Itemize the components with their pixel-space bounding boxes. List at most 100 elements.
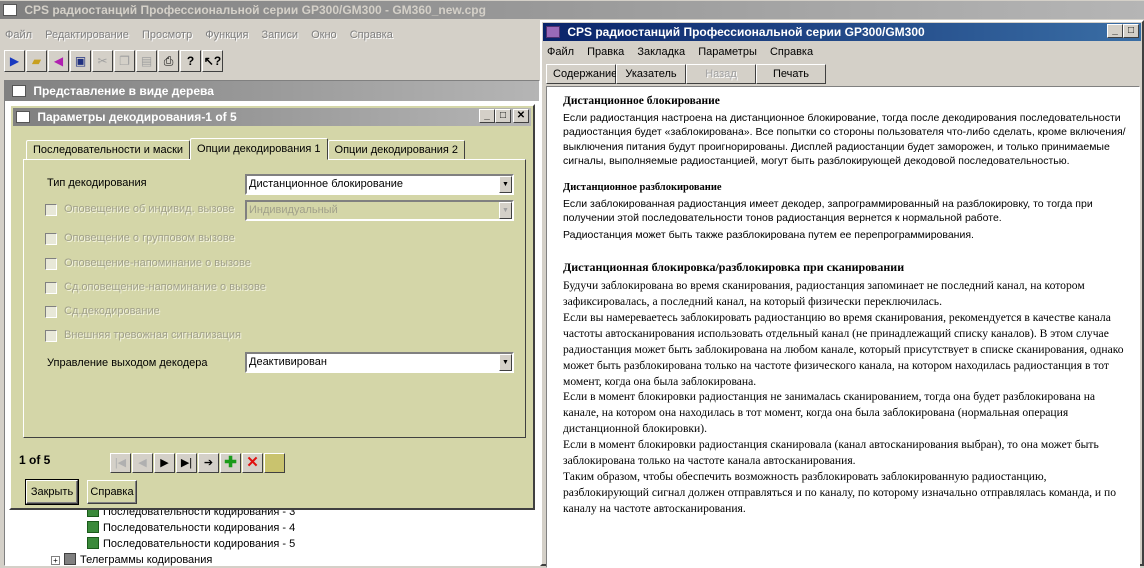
help-title-bar[interactable]: CPS радиостанций Профессиональной серии … bbox=[543, 23, 1141, 41]
remote-unblock-heading: Дистанционное разблокирование bbox=[563, 182, 722, 194]
chevron-down-icon[interactable]: ▼ bbox=[499, 354, 512, 371]
delayed-call-reminder-checkbox[interactable] bbox=[45, 282, 57, 294]
scan-paragraph-2: Если вы намереваетесь заблокировать ради… bbox=[563, 310, 1124, 388]
scan-heading: Дистанционная блокировка/разблокировка п… bbox=[563, 260, 905, 275]
maximize-icon[interactable]: □ bbox=[1123, 24, 1139, 38]
menu-help[interactable]: Справка bbox=[345, 26, 398, 44]
chevron-down-icon[interactable]: ▼ bbox=[499, 176, 512, 193]
dialog-tabs: Последовательности и маски Опции декодир… bbox=[26, 138, 466, 160]
dialog-title: Параметры декодирования-1 of 5 bbox=[37, 110, 237, 124]
scan-paragraph-3: Если в момент блокировки радиостанция не… bbox=[563, 390, 1096, 436]
minimize-icon[interactable]: _ bbox=[1107, 24, 1123, 38]
add-record-icon[interactable]: ✚ bbox=[220, 453, 241, 473]
back-button[interactable]: Назад bbox=[686, 64, 756, 84]
tree-view-title[interactable]: Представление в виде дерева bbox=[5, 81, 539, 101]
help-menu-options[interactable]: Параметры bbox=[693, 43, 762, 61]
prev-record-icon[interactable]: ◀ bbox=[132, 453, 153, 473]
main-title-bar[interactable]: CPS радиостанций Профессиональной серии … bbox=[0, 1, 1144, 19]
tree-item-encoding-seq-5[interactable]: Последовательности кодирования - 5 bbox=[87, 537, 295, 551]
scan-paragraph-4: Если в момент блокировки радиостанция ск… bbox=[563, 438, 1099, 468]
help-book-icon bbox=[546, 26, 560, 38]
menu-edit[interactable]: Редактирование bbox=[40, 26, 134, 44]
help-menu-file[interactable]: Файл bbox=[542, 43, 579, 61]
help-button-bar: Содержание Указатель Назад Печать bbox=[546, 64, 826, 84]
delete-record-icon[interactable]: ✕ bbox=[242, 453, 263, 473]
context-help-icon[interactable]: ↖? bbox=[202, 50, 223, 72]
external-alarm-checkbox[interactable] bbox=[45, 330, 57, 342]
tab-sequences-masks[interactable]: Последовательности и маски bbox=[26, 140, 191, 160]
call-type-select[interactable]: Индивидуальный ▼ bbox=[245, 200, 514, 221]
tree-item-label: Последовательности кодирования - 5 bbox=[103, 538, 296, 550]
delayed-decode-checkbox[interactable] bbox=[45, 306, 57, 318]
menu-file[interactable]: Файл bbox=[0, 26, 37, 44]
external-alarm-label: Внешняя тревожная сигнализация bbox=[64, 329, 241, 341]
tree-view-title-text: Представление в виде дерева bbox=[33, 84, 214, 98]
help-window-title: CPS радиостанций Профессиональной серии … bbox=[567, 25, 925, 39]
remote-block-heading: Дистанционное блокирование bbox=[563, 95, 720, 107]
remote-block-text: Если радиостанция настроена на дистанцио… bbox=[563, 112, 1126, 167]
tab-decode-options-2[interactable]: Опции декодирования 2 bbox=[327, 140, 466, 160]
menu-function[interactable]: Функция bbox=[200, 26, 253, 44]
record-counter: 1 of 5 bbox=[19, 453, 51, 467]
decode-type-select[interactable]: Дистанционное блокирование ▼ bbox=[245, 174, 514, 195]
decode-type-value: Дистанционное блокирование bbox=[249, 178, 404, 190]
print-icon[interactable]: ⎙ bbox=[158, 50, 179, 72]
first-record-icon[interactable]: |◀ bbox=[110, 453, 131, 473]
dialog-window-controls: _ □ ✕ bbox=[479, 109, 529, 123]
dialog-title-bar[interactable]: Параметры декодирования-1 of 5 _ □ ✕ bbox=[13, 108, 531, 126]
tab-decode-options-1[interactable]: Опции декодирования 1 bbox=[190, 138, 328, 160]
maximize-icon[interactable]: □ bbox=[495, 109, 511, 123]
delayed-call-reminder-label: Сд.оповещение-напоминание о вызове bbox=[64, 281, 266, 293]
folder-icon bbox=[64, 553, 76, 565]
sequence-icon bbox=[87, 521, 99, 533]
help-menu-edit[interactable]: Правка bbox=[582, 43, 629, 61]
help-window-controls: _ □ bbox=[1107, 24, 1139, 38]
paste-icon[interactable]: ▤ bbox=[136, 50, 157, 72]
tree-item-label: Последовательности кодирования - 4 bbox=[103, 522, 296, 534]
close-icon[interactable]: ✕ bbox=[513, 109, 529, 123]
delayed-decode-label: Сд.декодирование bbox=[64, 305, 160, 317]
decoder-output-value: Деактивирован bbox=[249, 356, 327, 368]
scan-paragraph-1: Будучи заблокирована во время сканирован… bbox=[563, 279, 1085, 308]
help-content: Дистанционное блокирование Если радиоста… bbox=[546, 86, 1140, 568]
last-record-icon[interactable]: ▶| bbox=[176, 453, 197, 473]
help-menu-bookmark[interactable]: Закладка bbox=[632, 43, 690, 61]
minimize-icon[interactable]: _ bbox=[479, 109, 495, 123]
menu-view[interactable]: Просмотр bbox=[137, 26, 197, 44]
help-window: CPS радиостанций Профессиональной серии … bbox=[540, 20, 1144, 568]
close-button[interactable]: Закрыть bbox=[25, 479, 79, 505]
open-icon[interactable]: ▰ bbox=[26, 50, 47, 72]
individual-call-alert-checkbox[interactable] bbox=[45, 204, 57, 216]
menu-records[interactable]: Записи bbox=[257, 26, 304, 44]
tree-item-encoding-seq-4[interactable]: Последовательности кодирования - 4 bbox=[87, 521, 295, 535]
help-menu-help[interactable]: Справка bbox=[765, 43, 818, 61]
help-icon[interactable]: ? bbox=[180, 50, 201, 72]
call-reminder-label: Оповещение-напоминание о вызове bbox=[64, 257, 251, 269]
decoder-output-select[interactable]: Деактивирован ▼ bbox=[245, 352, 514, 373]
expand-icon[interactable]: + bbox=[51, 556, 60, 565]
dialog-icon bbox=[16, 111, 30, 123]
main-toolbar: ▶ ▰ ◀ ▣ ✂ ❐ ▤ ⎙ ? ↖? bbox=[4, 50, 223, 74]
menu-window[interactable]: Окно bbox=[306, 26, 342, 44]
call-reminder-checkbox[interactable] bbox=[45, 258, 57, 270]
copy-icon[interactable]: ❐ bbox=[114, 50, 135, 72]
tree-item-encoding-telegrams[interactable]: + Телеграммы кодирования bbox=[51, 553, 212, 567]
tree-window-icon bbox=[12, 85, 26, 97]
help-button[interactable]: Справка bbox=[87, 480, 137, 504]
app-icon bbox=[3, 4, 17, 16]
read-radio-icon[interactable]: ◀ bbox=[48, 50, 69, 72]
cut-icon[interactable]: ✂ bbox=[92, 50, 113, 72]
decoder-output-label: Управление выходом декодера bbox=[47, 357, 208, 369]
save-icon[interactable]: ▣ bbox=[70, 50, 91, 72]
new-icon[interactable]: ▶ bbox=[4, 50, 25, 72]
contents-button[interactable]: Содержание bbox=[546, 64, 617, 84]
group-call-alert-checkbox[interactable] bbox=[45, 233, 57, 245]
record-color-icon[interactable] bbox=[264, 453, 285, 473]
remote-unblock-text-2: Радиостанция может быть также разблокиро… bbox=[563, 228, 974, 241]
goto-record-icon[interactable]: ➔ bbox=[198, 453, 219, 473]
print-button[interactable]: Печать bbox=[756, 64, 826, 84]
scan-paragraph-5: Таким образом, чтобы обеспечить возможно… bbox=[563, 469, 1117, 515]
index-button[interactable]: Указатель bbox=[616, 64, 686, 84]
next-record-icon[interactable]: ▶ bbox=[154, 453, 175, 473]
chevron-down-icon[interactable]: ▼ bbox=[499, 202, 512, 219]
